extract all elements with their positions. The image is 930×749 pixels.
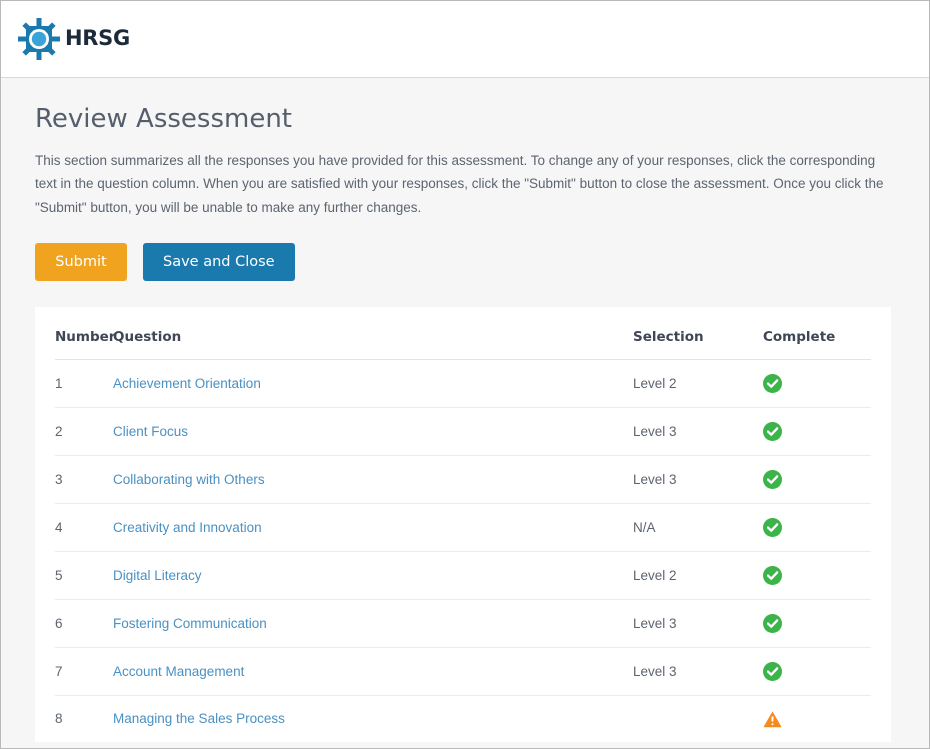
table-row: 4 Creativity and Innovation N/A [55, 503, 871, 552]
check-circle-icon [763, 421, 782, 441]
cell-question: Collaborating with Others [113, 455, 633, 504]
save-and-close-button[interactable]: Save and Close [143, 242, 295, 281]
check-circle-icon [763, 613, 782, 633]
hrsg-logo[interactable]: HRSG [17, 17, 130, 61]
cell-complete-status [763, 503, 871, 552]
cell-question: Account Management [113, 647, 633, 696]
action-buttons: Submit Save and Close [35, 242, 895, 281]
starburst-snowflake-icon [18, 18, 60, 60]
page-intro-text: This section summarizes all the response… [35, 153, 884, 215]
table-row: 8 Managing the Sales Process [55, 695, 871, 742]
cell-complete-status [763, 647, 871, 696]
cell-complete-status [763, 695, 871, 742]
question-link[interactable]: Fostering Communication [113, 616, 267, 631]
table-header: Number Question Selection Complete [55, 306, 871, 360]
cell-number: 4 [55, 503, 113, 552]
cell-complete-status [763, 407, 871, 456]
table-row: 3 Collaborating with Others Level 3 [55, 455, 871, 504]
table-row: 1 Achievement Orientation Level 2 [55, 359, 871, 408]
column-header-selection: Selection [633, 306, 763, 360]
warning-triangle-icon [763, 711, 782, 728]
question-link[interactable]: Digital Literacy [113, 568, 202, 583]
cell-selection [633, 695, 763, 742]
check-circle-icon [763, 373, 782, 393]
table-row: 2 Client Focus Level 3 [55, 407, 871, 456]
column-header-number: Number [55, 306, 115, 360]
question-link[interactable]: Collaborating with Others [113, 472, 265, 487]
cell-question: Client Focus [113, 407, 633, 456]
table-row: 6 Fostering Communication Level 3 [55, 599, 871, 648]
cell-question: Digital Literacy [113, 551, 633, 600]
cell-question: Achievement Orientation [113, 359, 633, 408]
cell-complete-status [763, 551, 871, 600]
question-link[interactable]: Account Management [113, 664, 244, 679]
review-table-panel: Number Question Selection Complete 1 Achi… [35, 306, 891, 742]
check-circle-icon [763, 661, 782, 681]
cell-question: Creativity and Innovation [113, 503, 633, 552]
check-circle-icon [763, 517, 782, 537]
cell-number: 3 [55, 455, 113, 504]
cell-complete-status [763, 359, 871, 408]
cell-selection: N/A [633, 503, 763, 552]
question-link[interactable]: Creativity and Innovation [113, 520, 262, 535]
cell-question: Fostering Communication [113, 599, 633, 648]
cell-complete-status [763, 599, 871, 648]
brand-header: HRSG [1, 1, 929, 78]
brand-wordmark: HRSG [65, 26, 130, 50]
cell-selection: Level 3 [633, 647, 763, 696]
review-table: Number Question Selection Complete 1 Achi… [55, 306, 871, 742]
cell-number: 8 [55, 695, 113, 742]
check-circle-icon [763, 469, 782, 489]
cell-number: 7 [55, 647, 113, 696]
question-link[interactable]: Client Focus [113, 424, 188, 439]
question-link[interactable]: Managing the Sales Process [113, 711, 285, 726]
cell-selection: Level 3 [633, 599, 763, 648]
cell-selection: Level 3 [633, 407, 763, 456]
submit-button[interactable]: Submit [35, 242, 127, 281]
cell-selection: Level 2 [633, 359, 763, 408]
question-link[interactable]: Achievement Orientation [113, 376, 261, 391]
cell-selection: Level 2 [633, 551, 763, 600]
column-header-question: Question [113, 306, 633, 360]
table-header-row: Number Question Selection Complete [55, 306, 871, 360]
table-body: 1 Achievement Orientation Level 2 2 Client F… [55, 359, 871, 742]
cell-selection: Level 3 [633, 455, 763, 504]
cell-number: 5 [55, 551, 113, 600]
cell-number: 6 [55, 599, 113, 648]
cell-number: 1 [55, 359, 113, 408]
cell-number: 2 [55, 407, 113, 456]
column-header-complete: Complete [763, 306, 871, 360]
app-frame: HRSG Review Assessment This section summ… [0, 0, 930, 749]
cell-complete-status [763, 455, 871, 504]
table-row: 5 Digital Literacy Level 2 [55, 551, 871, 600]
cell-question: Managing the Sales Process [113, 695, 633, 742]
table-row: 7 Account Management Level 3 [55, 647, 871, 696]
page-title: Review Assessment [35, 104, 292, 134]
check-circle-icon [763, 565, 782, 585]
page-body: Review Assessment This section summarize… [1, 78, 929, 748]
